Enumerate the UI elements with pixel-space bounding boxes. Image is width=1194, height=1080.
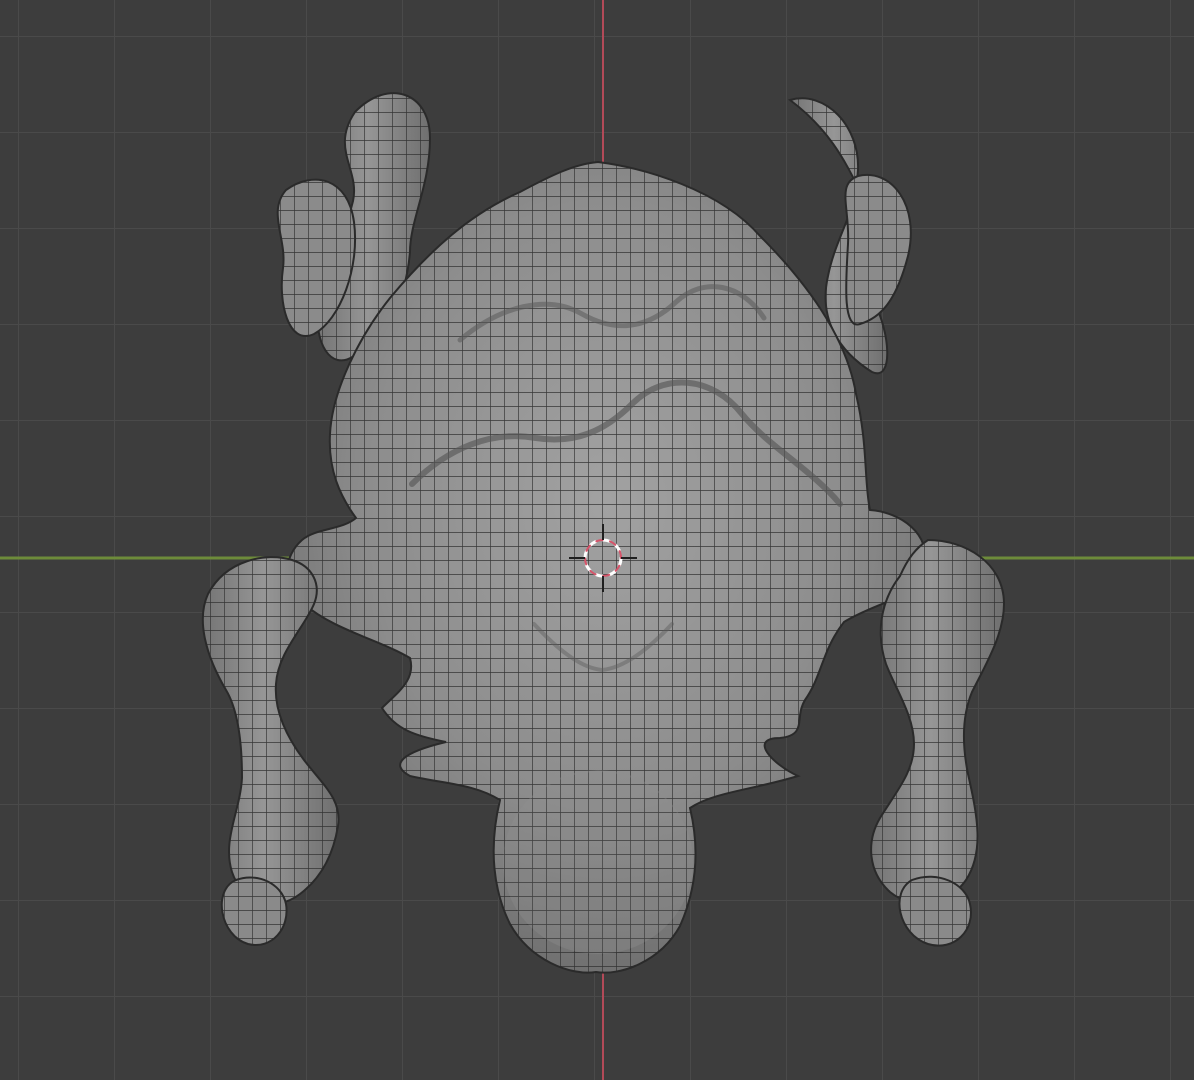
viewport-canvas[interactable] (0, 0, 1194, 1080)
3d-viewport[interactable] (0, 0, 1194, 1080)
